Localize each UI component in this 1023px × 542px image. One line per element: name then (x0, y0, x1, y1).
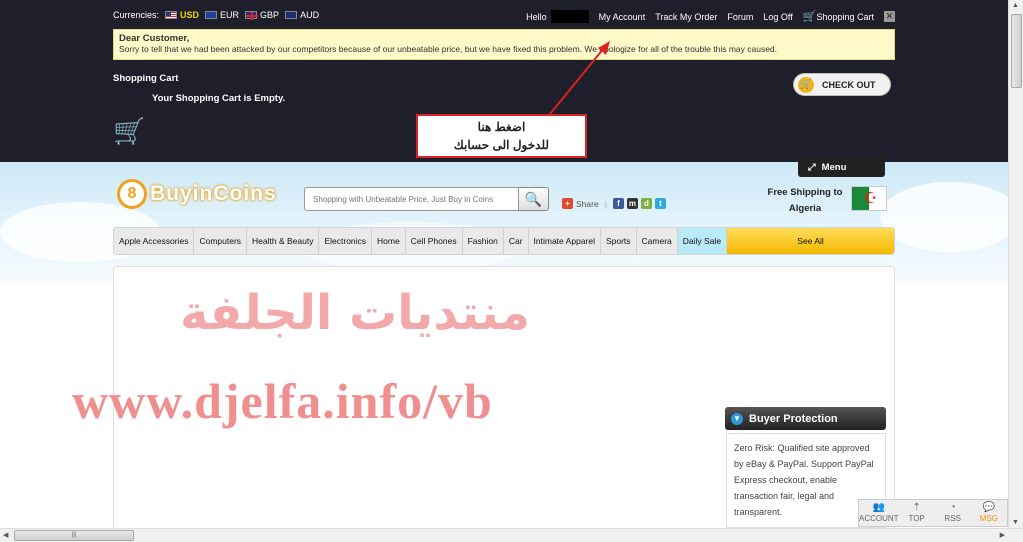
site-logo[interactable]: 8 BuyinCoins (117, 179, 277, 209)
chat-icon: 💬 (982, 502, 996, 513)
forum-link[interactable]: Forum (727, 12, 753, 22)
logo-coin: 8 (117, 179, 147, 209)
myspace-icon[interactable]: m (626, 198, 638, 209)
share-bar: + Share | f m d t (562, 198, 666, 209)
vertical-scroll-thumb[interactable] (1011, 14, 1022, 88)
account-label: ACCOUNT (859, 514, 899, 523)
nav-home[interactable]: Home (372, 228, 406, 254)
notice-banner: Dear Customer, Sorry to tell that we had… (113, 29, 895, 60)
free-shipping-line: Free Shipping to (767, 187, 843, 198)
free-shipping-info: Free Shipping to Algeria (760, 185, 850, 217)
expand-icon: ⤢ (808, 161, 816, 173)
scroll-up-icon[interactable]: ▲ (1012, 2, 1019, 9)
currency-eur[interactable]: EUR (205, 10, 239, 20)
track-order-link[interactable]: Track My Order (655, 12, 717, 22)
category-nav: Apple Accessories Computers Health & Bea… (113, 227, 895, 255)
nav-fashion[interactable]: Fashion (463, 228, 504, 254)
top-button[interactable]: ⇡ TOP (899, 500, 935, 526)
close-icon[interactable]: ✕ (884, 11, 895, 22)
top-label: TOP (908, 514, 925, 523)
currency-usd[interactable]: USD (165, 10, 199, 20)
buyer-protection-header[interactable]: ▼ Buyer Protection (725, 407, 886, 430)
shopping-cart-label: Shopping Cart (816, 12, 874, 22)
cart-heading: Shopping Cart (113, 73, 179, 84)
menu-label: Menu (821, 161, 847, 173)
eu-flag-icon (205, 11, 218, 19)
notice-text: Sorry to tell that we had been attacked … (119, 44, 778, 54)
annotation-line-2: للدخول الى حسابك (453, 138, 550, 152)
users-icon: 👥 (872, 502, 885, 513)
nav-electronics[interactable]: Electronics (319, 228, 373, 254)
search-input[interactable] (304, 187, 519, 211)
msg-button[interactable]: 💬 MSG (971, 500, 1007, 526)
us-flag-icon (165, 11, 178, 19)
horizontal-scroll-thumb[interactable]: ||| (14, 530, 134, 541)
shipping-country: Algeria (788, 203, 822, 214)
shopping-cart-link[interactable]: 🛒Shopping Cart (803, 10, 874, 23)
nav-daily-sale[interactable]: Daily Sale (677, 228, 728, 254)
cart-icon: 🛒 (798, 76, 814, 93)
rss-label: RSS (944, 514, 961, 523)
checkout-button[interactable]: 🛒 CHECK OUT (793, 73, 891, 96)
logo-wordmark: BuyinCoins (150, 182, 277, 205)
hello-text: Hello (526, 11, 547, 22)
arrow-up-icon: ⇡ (912, 502, 921, 513)
delicious-icon[interactable]: d (640, 198, 652, 209)
vertical-scrollbar[interactable]: ▲ ▼ (1008, 0, 1023, 528)
notice-title: Dear Customer, (119, 33, 190, 44)
nav-health-beauty[interactable]: Health & Beauty (247, 228, 320, 254)
cloud-decoration (880, 182, 1008, 252)
log-off-link[interactable]: Log Off (763, 12, 792, 22)
scroll-down-icon[interactable]: ▼ (1012, 519, 1019, 526)
chevron-down-icon: ▼ (731, 412, 743, 425)
floating-toolbar: 👥 ACCOUNT ⇡ TOP ◔ RSS 💬 MSG (858, 499, 1008, 527)
account-button[interactable]: 👥 ACCOUNT (859, 500, 899, 526)
currency-gbp[interactable]: GBP (245, 10, 279, 20)
watermark-url: www.djelfa.info/vb (72, 373, 493, 429)
nav-sports[interactable]: Sports (601, 228, 637, 254)
cart-icon: 🛒 (802, 11, 817, 23)
au-flag-icon (285, 11, 298, 19)
menu-button[interactable]: ⤢ Menu (798, 157, 885, 177)
watermark-arabic: منتديات الجلفة (180, 285, 530, 341)
scroll-right-icon[interactable]: ▶ (1000, 531, 1005, 539)
share-link[interactable]: Share (576, 199, 599, 209)
rss-icon: ◔ (949, 502, 956, 513)
top-bar: Currencies: USD EUR GBP AUD Hello My Acc… (113, 6, 895, 26)
checkout-label: CHECK OUT (822, 79, 876, 90)
shopping-cart-icon: 🛒 (113, 116, 146, 146)
rss-button[interactable]: ◔ RSS (935, 500, 971, 526)
nav-cell-phones[interactable]: Cell Phones (406, 228, 463, 254)
divider: | (604, 198, 607, 209)
nav-computers[interactable]: Computers (194, 228, 248, 254)
plus-icon: + (562, 198, 573, 209)
redacted-username (550, 10, 589, 23)
search-box: 🔍 (304, 187, 549, 211)
nav-apple-accessories[interactable]: Apple Accessories (114, 228, 195, 254)
scroll-left-icon[interactable]: ◀ (3, 531, 8, 539)
facebook-icon[interactable]: f (612, 198, 624, 209)
currency-aud[interactable]: AUD (285, 10, 319, 20)
algeria-flag-icon[interactable] (851, 186, 887, 211)
currencies-label: Currencies: (113, 10, 160, 20)
nav-camera[interactable]: Camera (637, 228, 678, 254)
nav-car[interactable]: Car (504, 228, 529, 254)
buyer-protection-title: Buyer Protection (749, 412, 838, 425)
currency-selector: Currencies: USD EUR GBP AUD (113, 10, 319, 20)
annotation-box: اضغط هنا للدخول الى حسابك (416, 114, 587, 158)
nav-intimate-apparel[interactable]: Intimate Apparel (529, 228, 601, 254)
account-links: Hello My Account Track My Order Forum Lo… (526, 10, 895, 23)
search-icon: 🔍 (524, 190, 543, 207)
my-account-link[interactable]: My Account (599, 12, 646, 22)
annotation-line-1: اضغط هنا (477, 120, 526, 134)
cart-empty-message: Your Shopping Cart is Empty. (152, 93, 286, 104)
msg-label: MSG (979, 514, 999, 523)
twitter-icon[interactable]: t (654, 198, 666, 209)
search-button[interactable]: 🔍 (519, 187, 549, 211)
horizontal-scrollbar[interactable]: ◀ ||| ▶ (0, 528, 1023, 542)
nav-see-all[interactable]: See All (727, 228, 894, 254)
gb-flag-icon (245, 11, 259, 20)
